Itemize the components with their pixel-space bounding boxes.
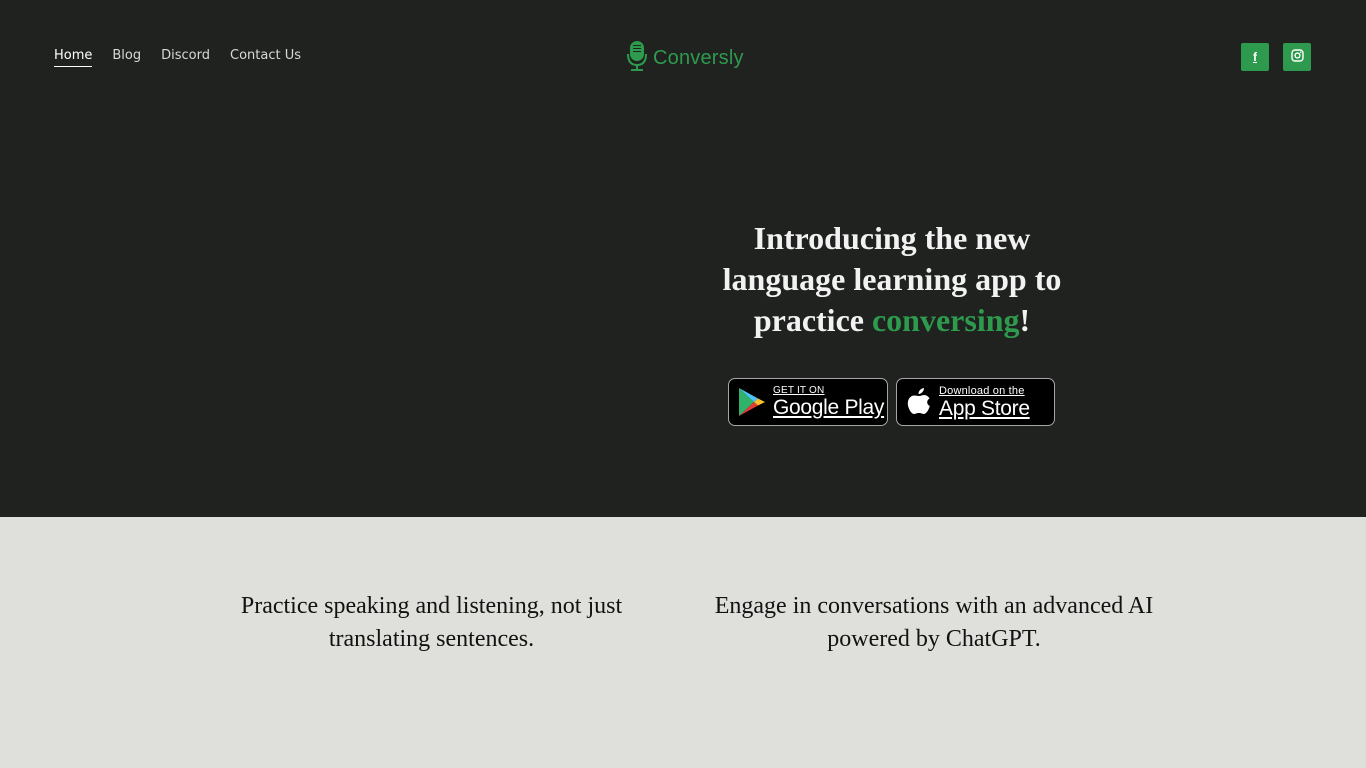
nav-home-link[interactable]: Home [54, 48, 93, 67]
facebook-icon: f [1253, 50, 1257, 64]
google-play-label: Google Play [773, 396, 885, 419]
google-play-icon [738, 387, 766, 417]
feature-speaking: Practice speaking and listening, not jus… [240, 593, 623, 652]
google-play-button[interactable]: GET IT ON Google Play [728, 378, 888, 426]
app-store-button[interactable]: Download on the App Store [896, 378, 1055, 426]
hero-headline: Introducing the new language learning ap… [712, 218, 1072, 341]
facebook-button[interactable]: f [1241, 43, 1269, 71]
instagram-icon [1290, 49, 1304, 65]
logo-text: Conversly [653, 46, 744, 69]
instagram-button[interactable] [1283, 43, 1311, 71]
nav-discord-link[interactable]: Discord [161, 48, 210, 67]
feature-chatgpt: Engage in conversations with an advanced… [714, 593, 1154, 652]
app-store-small-label: Download on the [939, 384, 1025, 397]
hero-section: Home Blog Discord Contact Us Conversly f [0, 0, 1366, 517]
nav-contact-link[interactable]: Contact Us [230, 48, 301, 67]
app-store-label: App Store [939, 396, 1030, 420]
headline-accent: conversing [871, 302, 1020, 338]
google-play-small-label: GET IT ON [773, 385, 825, 396]
microphone-icon [626, 40, 648, 76]
apple-icon [906, 387, 932, 417]
nav-blog-link[interactable]: Blog [112, 48, 141, 67]
main-nav: Home Blog Discord Contact Us [54, 48, 301, 67]
headline-suffix: ! [1019, 302, 1031, 338]
site-logo[interactable]: Conversly [626, 40, 744, 76]
